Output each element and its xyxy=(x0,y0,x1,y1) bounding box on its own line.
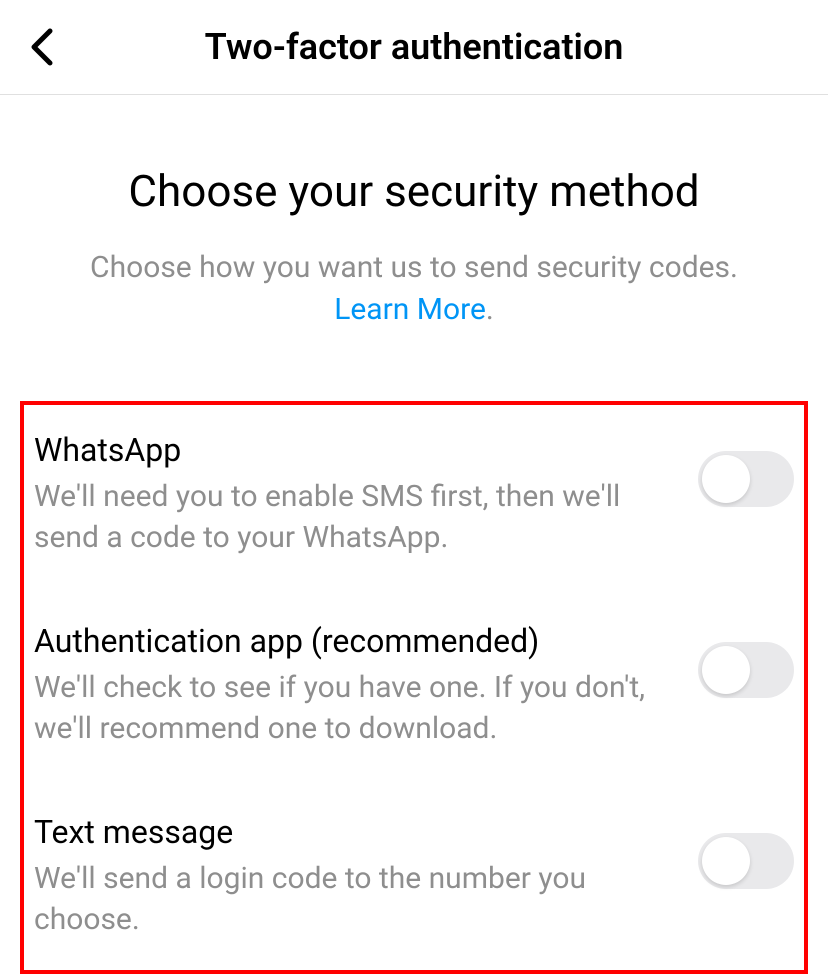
back-button[interactable] xyxy=(22,27,62,67)
page-title: Two-factor authentication xyxy=(0,26,828,68)
toggle-knob xyxy=(702,646,750,694)
security-methods-box: WhatsApp We'll need you to enable SMS fi… xyxy=(20,401,808,974)
subtitle-suffix: . xyxy=(486,292,494,327)
method-description: We'll check to see if you have one. If y… xyxy=(34,668,668,749)
header: Two-factor authentication xyxy=(0,0,828,95)
method-text: WhatsApp We'll need you to enable SMS fi… xyxy=(34,431,698,558)
content: Choose your security method Choose how y… xyxy=(0,95,828,974)
method-title: Text message xyxy=(34,813,668,851)
method-text: Authentication app (recommended) We'll c… xyxy=(34,622,698,749)
method-title: Authentication app (recommended) xyxy=(34,622,668,660)
method-title: WhatsApp xyxy=(34,431,668,469)
section-subtitle: Choose how you want us to send security … xyxy=(20,247,808,331)
method-text: Text message We'll send a login code to … xyxy=(34,813,698,940)
chevron-left-icon xyxy=(28,27,56,67)
method-description: We'll need you to enable SMS first, then… xyxy=(34,477,668,558)
whatsapp-toggle[interactable] xyxy=(698,451,794,507)
authentication-app-toggle[interactable] xyxy=(698,642,794,698)
text-message-toggle[interactable] xyxy=(698,833,794,889)
learn-more-link[interactable]: Learn More xyxy=(334,292,486,327)
method-item-text-message: Text message We'll send a login code to … xyxy=(34,799,794,950)
method-item-whatsapp: WhatsApp We'll need you to enable SMS fi… xyxy=(34,417,794,608)
section-title: Choose your security method xyxy=(20,165,808,217)
toggle-knob xyxy=(702,455,750,503)
subtitle-text: Choose how you want us to send security … xyxy=(90,250,738,285)
method-item-authentication-app: Authentication app (recommended) We'll c… xyxy=(34,608,794,799)
method-description: We'll send a login code to the number yo… xyxy=(34,859,668,940)
toggle-knob xyxy=(702,837,750,885)
